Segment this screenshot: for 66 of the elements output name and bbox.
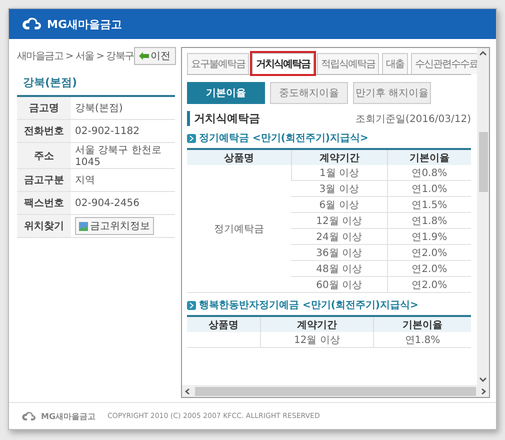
bullet-icon — [187, 300, 196, 310]
table-cell: 12월 이상 — [260, 332, 374, 348]
table-cell: 연2.0% — [387, 244, 471, 260]
table-cell: 연1.9% — [387, 228, 471, 244]
table-cell: 연2.0% — [387, 276, 471, 292]
bullet-icon — [187, 134, 196, 142]
rate-type-tab[interactable]: 중도해지이율 — [270, 82, 348, 104]
footer-logo-text: MG새마을금고 — [41, 410, 96, 422]
column-header: 상품명 — [187, 316, 260, 332]
product-title: 정기예탁금 <만기(회전주기)지급식> — [199, 132, 368, 145]
table-cell: 정기예탁금 — [187, 165, 292, 292]
column-header: 상품명 — [187, 149, 292, 165]
info-label: 위치찾기 — [17, 214, 71, 238]
column-header: 기본이율 — [387, 149, 471, 165]
back-button[interactable]: 이전 — [134, 47, 176, 65]
column-header: 계약기간 — [260, 316, 374, 332]
rate-type-tab[interactable]: 기본이율 — [187, 82, 265, 104]
column-header: 계약기간 — [291, 149, 388, 165]
table-cell: 48월 이상 — [291, 260, 388, 276]
scroll-down-icon[interactable] — [479, 376, 487, 383]
rate-type-tab[interactable]: 만기후 해지이율 — [353, 82, 431, 104]
info-value: 02-904-2456 — [75, 198, 140, 208]
table-cell: 1월 이상 — [291, 165, 388, 180]
table-cell: 연1.8% — [387, 212, 471, 228]
scroll-right-icon[interactable] — [479, 388, 487, 394]
info-label: 주소 — [17, 142, 71, 168]
breadcrumb: 새마을금고 > 서울 > 강북구 — [17, 50, 134, 63]
column-header: 기본이율 — [373, 316, 471, 332]
horizontal-scrollbar[interactable] — [182, 385, 489, 397]
table-cell: 36월 이상 — [291, 244, 388, 260]
scroll-left-icon[interactable] — [184, 388, 192, 394]
map-icon — [79, 222, 88, 230]
logo-icon — [21, 410, 37, 422]
info-label: 전화번호 — [17, 120, 71, 142]
category-tab[interactable]: 수신관련수수료 — [411, 53, 477, 74]
category-tab[interactable]: 거치식예탁금 — [252, 53, 314, 74]
info-value: 강북(본점) — [75, 103, 123, 114]
category-tab[interactable]: 적립식예탁금 — [317, 53, 379, 74]
vertical-scrollbar[interactable] — [477, 48, 489, 385]
category-tab[interactable]: 요구불예탁금 — [187, 53, 249, 74]
logo-text: MG새마을금고 — [47, 16, 122, 32]
table-cell: 연1.8% — [373, 332, 471, 348]
category-tab[interactable]: 대출 — [382, 53, 408, 74]
arrow-icon — [138, 52, 149, 60]
table-cell: 연2.0% — [387, 260, 471, 276]
scrollbar-thumb[interactable] — [195, 386, 476, 396]
table-cell: 6월 이상 — [291, 196, 388, 212]
reference-date: 조회기준일(2016/03/12) — [356, 112, 471, 126]
product-title: 행복한동반자정기예금 <만기(회전주기)지급식> — [199, 299, 418, 312]
info-label: 금고구분 — [17, 168, 71, 192]
info-label: 금고명 — [17, 97, 71, 120]
location-button[interactable]: 금고위치정보 — [75, 217, 154, 235]
table-cell: 연0.8% — [387, 165, 471, 180]
table-cell: 12월 이상 — [291, 212, 388, 228]
info-value: 02-902-1182 — [75, 126, 140, 136]
table-cell: 3월 이상 — [291, 180, 388, 196]
info-value: 지역 — [75, 175, 95, 186]
section-title: 거치식예탁금 — [187, 111, 260, 126]
info-label: 팩스번호 — [17, 192, 71, 214]
table-cell: 24월 이상 — [291, 228, 388, 244]
table-cell: 연1.5% — [387, 196, 471, 212]
table-cell: 연1.0% — [387, 180, 471, 196]
table-cell: 60월 이상 — [291, 276, 388, 292]
scrollbar-thumb[interactable] — [478, 132, 488, 192]
scroll-up-icon[interactable] — [479, 50, 487, 57]
info-value: 서울 강북구 한천로 1045 — [75, 145, 162, 168]
